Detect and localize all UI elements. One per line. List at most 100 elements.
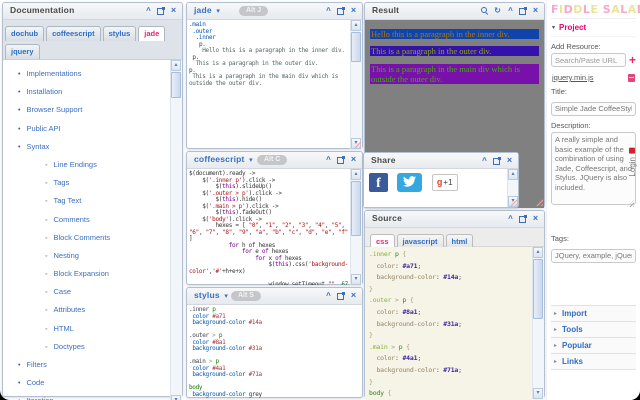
doc-link-syntax[interactable]: Syntax xyxy=(26,142,49,151)
minimize-icon[interactable]: ^ xyxy=(324,155,333,164)
doc-link-doctypes[interactable]: Doctypes xyxy=(53,342,84,351)
doc-link-implementations[interactable]: Implementations xyxy=(26,69,81,78)
sidebar-section-popular[interactable]: ▸Popular xyxy=(551,338,636,354)
reload-icon[interactable]: ↻ xyxy=(493,6,502,15)
minimize-icon[interactable]: ^ xyxy=(480,156,489,165)
scrollbar-thumb[interactable] xyxy=(533,259,543,319)
facebook-button[interactable]: f xyxy=(369,173,388,192)
scroll-down-icon[interactable]: ▾ xyxy=(351,274,361,285)
twitter-button[interactable] xyxy=(397,173,422,192)
popout-icon[interactable] xyxy=(157,7,165,15)
fiddle-salad-app: Documentation ^ × dochubcoffeescriptstyl… xyxy=(0,0,640,400)
popout-icon[interactable] xyxy=(337,7,345,15)
scroll-up-icon[interactable]: ▴ xyxy=(533,247,543,258)
scrollbar[interactable]: ▴ ▾ xyxy=(170,60,182,400)
doc-link-block-comments[interactable]: Block Comments xyxy=(53,233,110,242)
tab-jquery[interactable]: jquery xyxy=(5,44,40,59)
doc-link-html[interactable]: HTML xyxy=(53,324,73,333)
share-header[interactable]: Share ^ × xyxy=(364,153,518,169)
popout-icon[interactable] xyxy=(493,157,501,165)
project-description-textarea[interactable]: A really simple and basic example of the… xyxy=(551,132,636,205)
doc-link-nesting[interactable]: Nesting xyxy=(53,251,78,260)
stylus-header[interactable]: stylus ▾ Alt S ^ × xyxy=(187,288,362,305)
doc-link-tag-text[interactable]: Tag Text xyxy=(53,196,81,205)
jade-header[interactable]: jade ▾ Alt J ^ × xyxy=(187,3,362,20)
editor-title[interactable]: jade ▾ xyxy=(194,5,220,15)
jade-code-editor[interactable]: .main .outer .inner p. Hello this is a p… xyxy=(187,20,351,87)
close-icon[interactable]: × xyxy=(531,214,540,223)
project-accordion-header[interactable]: ▾ Project xyxy=(551,18,636,37)
result-paragraph[interactable]: This is a paragraph in the main div whic… xyxy=(370,64,539,84)
doc-link-installation[interactable]: Installation xyxy=(26,87,62,96)
resource-search-input[interactable] xyxy=(551,53,626,67)
scroll-down-icon[interactable]: ▾ xyxy=(533,388,543,399)
scrollbar[interactable]: ▴ ▾ xyxy=(532,247,544,399)
popout-icon[interactable] xyxy=(337,292,345,300)
close-icon[interactable]: × xyxy=(349,6,358,15)
minimize-icon[interactable]: ^ xyxy=(506,214,515,223)
zoom-icon[interactable] xyxy=(480,6,489,15)
sidebar-section-links[interactable]: ▸Links xyxy=(551,354,636,370)
project-tags-input[interactable] xyxy=(551,249,636,263)
add-resource-button[interactable]: + xyxy=(629,55,636,65)
scroll-up-icon[interactable]: ▴ xyxy=(508,169,518,180)
remove-resource-icon[interactable] xyxy=(628,74,635,82)
sidebar-section-import[interactable]: ▸Import xyxy=(551,306,636,322)
minimize-icon[interactable]: ^ xyxy=(324,291,333,300)
scrollbar[interactable]: ▴ ▾ xyxy=(350,20,362,149)
tab-jade[interactable]: jade xyxy=(138,26,165,41)
bullet-icon: • xyxy=(18,107,20,114)
result-paragraph[interactable]: This is a paragraph in the outer div. xyxy=(370,46,539,56)
scroll-up-icon[interactable]: ▴ xyxy=(171,60,181,71)
tab-dochub[interactable]: dochub xyxy=(5,26,44,41)
popout-icon[interactable] xyxy=(519,7,527,15)
doc-link-iteration[interactable]: Iteration xyxy=(26,396,53,400)
popout-icon[interactable] xyxy=(519,215,527,223)
sidebar-section-tools[interactable]: ▸Tools xyxy=(551,322,636,338)
doc-link-public-api[interactable]: Public API xyxy=(26,124,60,133)
scrollbar-thumb[interactable] xyxy=(351,32,361,62)
chevron-right-icon: ▸ xyxy=(554,310,557,317)
source-header[interactable]: Source ^ × xyxy=(365,211,544,228)
minimize-icon[interactable]: ^ xyxy=(144,6,153,15)
coffeescript-header[interactable]: coffeescript ▾ Alt C ^ × xyxy=(187,152,362,169)
doc-link-case[interactable]: Case xyxy=(53,287,71,296)
scroll-up-icon[interactable]: ▴ xyxy=(351,169,361,180)
tab-coffeescript[interactable]: coffeescript xyxy=(46,26,101,41)
scroll-up-icon[interactable]: ▴ xyxy=(351,20,361,31)
source-code-view[interactable]: .inner p { color: #a71; background-color… xyxy=(365,247,533,399)
doc-link-browser-support[interactable]: Browser Support xyxy=(26,105,82,114)
scrollbar-thumb[interactable] xyxy=(351,181,361,236)
close-icon[interactable]: × xyxy=(349,155,358,164)
doc-link-tags[interactable]: Tags xyxy=(53,178,69,187)
coffeescript-code-editor[interactable]: $(document).ready -> $('.inner p').click… xyxy=(187,169,351,285)
close-icon[interactable]: × xyxy=(169,6,178,15)
login-tab[interactable]: Login xyxy=(628,148,637,177)
doc-link-block-expansion[interactable]: Block Expansion xyxy=(53,269,108,278)
close-icon[interactable]: × xyxy=(531,6,540,15)
doc-link-attributes[interactable]: Attributes xyxy=(53,305,85,314)
doc-link-line-endings[interactable]: Line Endings xyxy=(53,160,96,169)
gplus-button[interactable]: g+1 xyxy=(432,174,458,191)
scrollbar-thumb[interactable] xyxy=(171,72,181,98)
scroll-down-icon[interactable]: ▾ xyxy=(171,395,181,400)
stylus-code-editor[interactable]: .inner p color #a71 background-color #14… xyxy=(187,305,351,398)
doc-link-code[interactable]: Code xyxy=(26,378,44,387)
result-header[interactable]: Result ↻ ^ × xyxy=(365,3,544,20)
project-title-input[interactable] xyxy=(551,102,636,116)
section-label: Tools xyxy=(562,325,583,334)
result-paragraph[interactable]: Hello this is a paragraph in the inner d… xyxy=(370,29,539,39)
close-icon[interactable]: × xyxy=(505,156,514,165)
doc-link-filters[interactable]: Filters xyxy=(26,360,46,369)
minimize-icon[interactable]: ^ xyxy=(506,6,515,15)
close-icon[interactable]: × xyxy=(349,291,358,300)
documentation-header[interactable]: Documentation ^ × xyxy=(3,3,182,20)
doc-link-comments[interactable]: Comments xyxy=(53,215,89,224)
scrollbar[interactable]: ▴ ▾ xyxy=(350,169,362,285)
minimize-icon[interactable]: ^ xyxy=(324,6,333,15)
editor-title[interactable]: coffeescript ▾ xyxy=(194,154,253,164)
resource-link-jquery[interactable]: jquery.min.js xyxy=(552,73,594,82)
popout-icon[interactable] xyxy=(337,156,345,164)
tab-stylus[interactable]: stylus xyxy=(103,26,137,41)
editor-title[interactable]: stylus ▾ xyxy=(194,290,228,300)
